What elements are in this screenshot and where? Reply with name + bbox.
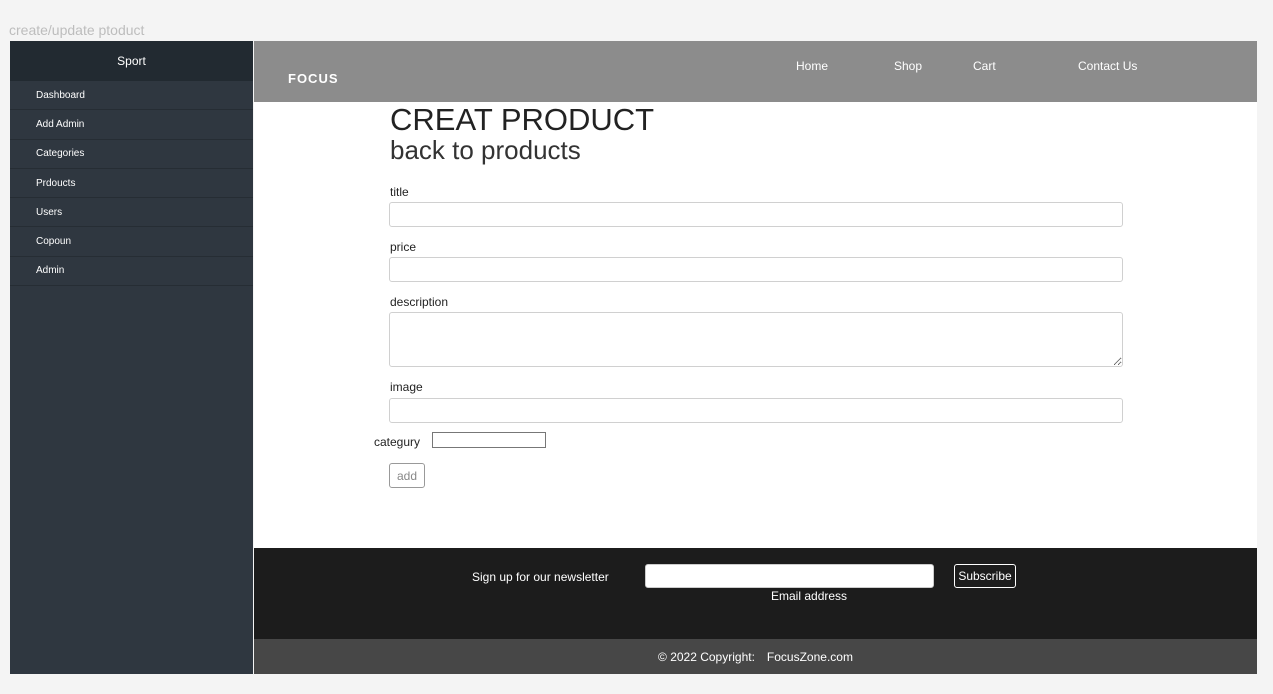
sidebar-item-label: Copoun bbox=[36, 236, 72, 248]
product-form-area: CREAT PRODUCT back to products title pri… bbox=[254, 102, 1257, 548]
nav-home-link[interactable]: Home bbox=[796, 59, 828, 73]
image-input[interactable] bbox=[389, 398, 1123, 423]
sidebar-item-label: Categories bbox=[36, 148, 85, 160]
nav-shop-link[interactable]: Shop bbox=[894, 59, 922, 73]
sidebar-item-label: Admin bbox=[36, 265, 65, 277]
newsletter-email-input[interactable] bbox=[645, 564, 934, 588]
newsletter-section: Sign up for our newsletter Email address… bbox=[254, 548, 1257, 639]
sidebar-brand: Sport bbox=[10, 41, 253, 81]
copyright-bar: © 2022 Copyright: FocusZone.com bbox=[254, 639, 1257, 674]
sidebar-item-label: Users bbox=[36, 206, 63, 218]
page-caption: create/update ptoduct bbox=[9, 22, 145, 38]
sidebar-item-add-admin[interactable]: Add Admin bbox=[10, 110, 253, 140]
sidebar-item-coupon[interactable]: Copoun bbox=[10, 227, 253, 257]
nav-contact-link[interactable]: Contact Us bbox=[1078, 59, 1137, 73]
sidebar-item-dashboard[interactable]: Dashboard bbox=[10, 81, 253, 111]
image-label: image bbox=[390, 380, 423, 394]
sidebar-item-admin[interactable]: Admin bbox=[10, 257, 253, 287]
page-title: CREAT PRODUCT bbox=[390, 102, 655, 137]
title-input[interactable] bbox=[389, 202, 1123, 227]
sidebar-item-categories[interactable]: Categories bbox=[10, 140, 253, 169]
price-input[interactable] bbox=[389, 257, 1123, 282]
email-address-caption: Email address bbox=[771, 589, 848, 603]
title-label: title bbox=[390, 185, 409, 199]
site-logo[interactable]: FOCUS bbox=[288, 71, 339, 86]
add-button[interactable]: add bbox=[389, 463, 425, 488]
description-label: description bbox=[390, 295, 449, 309]
top-navbar: FOCUS Home Shop Cart Contact Us bbox=[254, 41, 1257, 102]
sidebar-item-label: Add Admin bbox=[36, 118, 85, 130]
sidebar-item-products[interactable]: Prdoucts bbox=[10, 169, 253, 199]
category-select[interactable] bbox=[432, 432, 546, 448]
site-link[interactable]: FocusZone.com bbox=[767, 650, 853, 664]
nav-cart-link[interactable]: Cart bbox=[973, 59, 996, 73]
subscribe-button[interactable]: Subscribe bbox=[954, 564, 1016, 588]
admin-sidebar: Sport Dashboard Add Admin Categories Prd… bbox=[10, 41, 253, 674]
newsletter-label: Sign up for our newsletter bbox=[472, 570, 609, 584]
price-label: price bbox=[390, 240, 417, 254]
sidebar-item-label: Dashboard bbox=[36, 89, 85, 101]
back-to-products-link[interactable]: back to products bbox=[390, 136, 581, 165]
description-textarea[interactable] bbox=[389, 312, 1123, 367]
sidebar-item-users[interactable]: Users bbox=[10, 198, 253, 228]
copyright-text: © 2022 Copyright: bbox=[658, 649, 755, 664]
category-label: categury bbox=[374, 435, 421, 449]
sidebar-item-label: Prdoucts bbox=[36, 177, 76, 189]
